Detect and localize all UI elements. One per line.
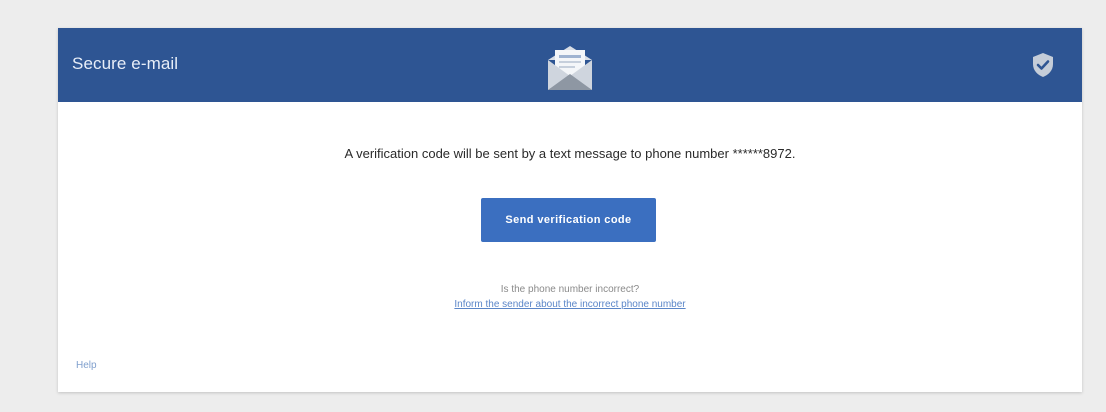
inform-sender-link[interactable]: Inform the sender about the incorrect ph… [454,299,685,310]
envelope-open-icon [548,46,592,90]
secure-email-card: Secure e-mail A verification code will b… [58,28,1082,392]
inform-sender-link-row: Inform the sender about the incorrect ph… [58,299,1082,310]
send-verification-code-button[interactable]: Send verification code [481,198,656,242]
header-title: Secure e-mail [72,54,179,73]
verification-message: A verification code will be sent by a te… [344,146,796,161]
help-link[interactable]: Help [76,360,97,371]
page: Secure e-mail A verification code will b… [0,0,1106,412]
incorrect-number-question: Is the phone number incorrect? [500,284,640,295]
shield-check-icon [1033,53,1053,77]
header-bar: Secure e-mail [58,28,1082,102]
